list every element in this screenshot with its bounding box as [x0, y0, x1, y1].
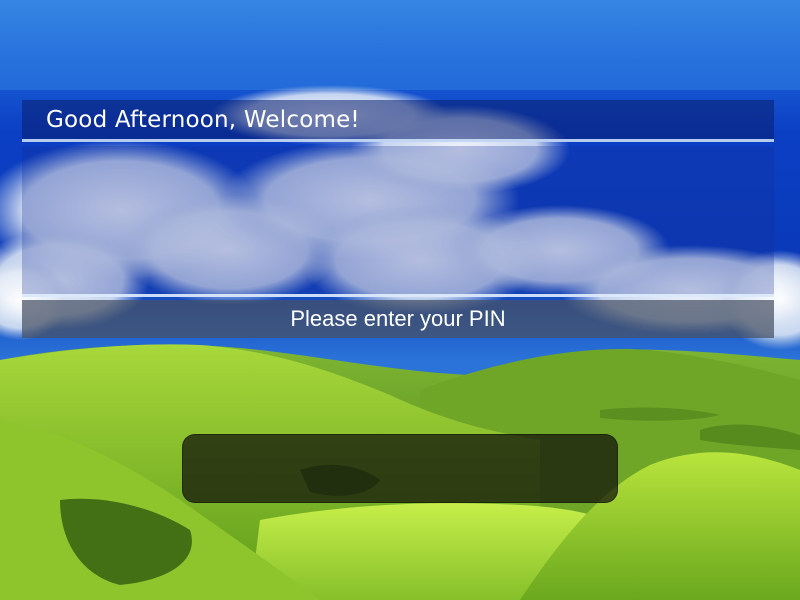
message-panel [22, 146, 774, 297]
pin-prompt-text: Please enter your PIN [290, 306, 506, 331]
greeting-text: Good Afternoon, Welcome! [46, 107, 360, 133]
pin-prompt-bar: Please enter your PIN [22, 300, 774, 338]
greeting-header: Good Afternoon, Welcome! [22, 100, 774, 142]
pin-input[interactable] [182, 434, 618, 503]
